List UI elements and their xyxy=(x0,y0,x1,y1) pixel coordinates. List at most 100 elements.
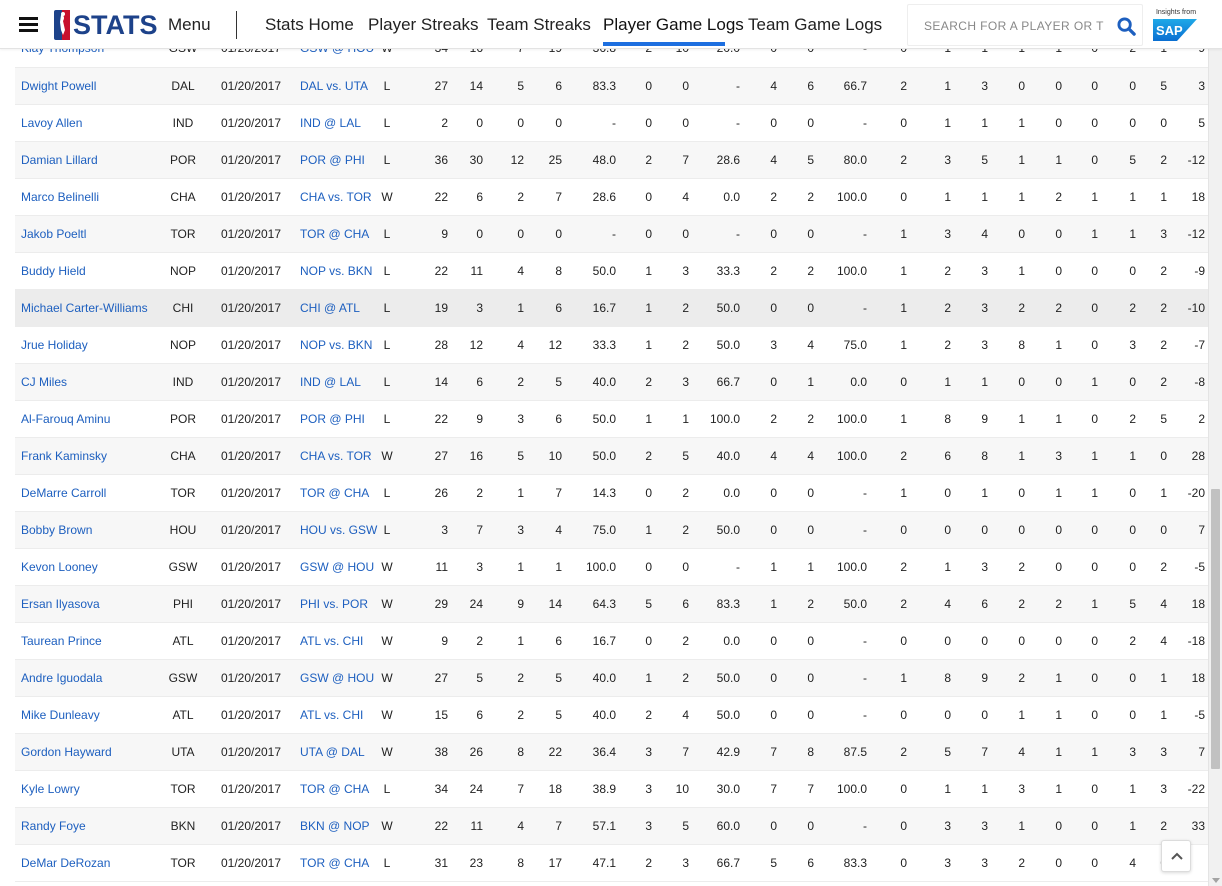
cell-ft-pct: 50.0 xyxy=(820,585,872,623)
menu-button[interactable]: Menu xyxy=(168,15,211,35)
nav-team-streaks[interactable]: Team Streaks xyxy=(487,15,591,35)
top-navigation-bar: STATS Menu Stats Home Player Streaks Tea… xyxy=(0,0,1222,49)
cell-ftm: 0 xyxy=(745,511,783,549)
search-input[interactable] xyxy=(924,17,1104,35)
vertical-scrollbar[interactable] xyxy=(1208,49,1222,886)
cell-ftm: 7 xyxy=(745,770,783,808)
matchup-link[interactable]: NOP vs. BKN xyxy=(300,338,372,352)
player-name-link[interactable]: Randy Foye xyxy=(21,819,86,833)
cell-matchup: TOR @ CHA xyxy=(290,474,376,512)
matchup-link[interactable]: NOP vs. BKN xyxy=(300,264,372,278)
player-name-link[interactable]: Bobby Brown xyxy=(21,523,92,537)
player-name-link[interactable]: Al-Farouq Aminu xyxy=(21,412,110,426)
search-icon[interactable] xyxy=(1117,17,1136,36)
cell-fga: 0 xyxy=(532,104,569,142)
player-name-link[interactable]: Lavoy Allen xyxy=(21,116,82,130)
cell-plus-minus: -20 xyxy=(1173,474,1208,512)
player-name-link[interactable]: CJ Miles xyxy=(21,375,67,389)
nba-logo-icon[interactable] xyxy=(54,10,70,40)
player-name-link[interactable]: Andre Iguodala xyxy=(21,671,102,685)
cell-tov: 0 xyxy=(1105,252,1144,290)
player-name-link[interactable]: Jrue Holiday xyxy=(21,338,88,352)
cell-fg-pct: 14.3 xyxy=(569,474,622,512)
cell-reb: 1 xyxy=(958,178,995,216)
matchup-link[interactable]: ATL vs. CHI xyxy=(300,708,363,722)
cell-reb: 1 xyxy=(958,104,995,142)
scrollbar-thumb[interactable] xyxy=(1211,489,1220,769)
stats-logo-text[interactable]: STATS xyxy=(73,9,158,41)
cell-date: 01/20/2017 xyxy=(206,289,290,327)
nav-player-game-logs[interactable]: Player Game Logs xyxy=(603,15,744,35)
scroll-down-arrow-icon[interactable] xyxy=(1212,878,1220,883)
sponsor-caption: Insights from xyxy=(1155,9,1197,16)
header-divider xyxy=(236,11,237,39)
cell-pf: 2 xyxy=(1144,548,1173,586)
nav-player-streaks[interactable]: Player Streaks xyxy=(368,15,479,35)
player-name-link[interactable]: Michael Carter-Williams xyxy=(21,301,148,315)
cell-reb: 1 xyxy=(958,474,995,512)
cell-fg3-pct: 60.0 xyxy=(695,807,745,845)
matchup-link[interactable]: TOR @ CHA xyxy=(300,486,369,500)
player-name-link[interactable]: Taurean Prince xyxy=(21,634,102,648)
player-name-link[interactable]: DeMarre Carroll xyxy=(21,486,106,500)
hamburger-menu-icon[interactable] xyxy=(19,17,38,32)
matchup-link[interactable]: UTA @ DAL xyxy=(300,745,365,759)
matchup-link[interactable]: IND @ LAL xyxy=(300,375,361,389)
matchup-link[interactable]: CHI @ ATL xyxy=(300,301,360,315)
matchup-link[interactable]: IND @ LAL xyxy=(300,116,361,130)
player-name-link[interactable]: Kyle Lowry xyxy=(21,782,80,796)
nav-team-game-logs[interactable]: Team Game Logs xyxy=(748,15,882,35)
cell-wl: W xyxy=(376,548,398,586)
cell-blk: 0 xyxy=(1069,622,1105,660)
matchup-link[interactable]: BKN @ NOP xyxy=(300,819,370,833)
cell-team: NOP xyxy=(160,326,206,364)
matchup-link[interactable]: DAL vs. UTA xyxy=(300,79,368,93)
cell-wl: L xyxy=(376,770,398,808)
player-name-link[interactable]: DeMar DeRozan xyxy=(21,856,110,870)
player-name-link[interactable]: Dwight Powell xyxy=(21,79,96,93)
matchup-link[interactable]: POR @ PHI xyxy=(300,153,365,167)
matchup-link[interactable]: TOR @ CHA xyxy=(300,782,369,796)
cell-wl: L xyxy=(376,252,398,290)
player-name-link[interactable]: Gordon Hayward xyxy=(21,745,112,759)
table-row: Randy Foye BKN 01/20/2017 BKN @ NOP W 22 11 4 7 5… xyxy=(15,807,1208,845)
cell-tov: 1 xyxy=(1105,770,1144,808)
matchup-link[interactable]: POR @ PHI xyxy=(300,412,365,426)
cell-tov: 0 xyxy=(1105,474,1144,512)
matchup-link[interactable]: HOU vs. GSW xyxy=(300,523,377,537)
matchup-link[interactable]: GSW @ HOU xyxy=(300,560,374,574)
nav-stats-home[interactable]: Stats Home xyxy=(265,15,354,35)
table-row: Marco Belinelli CHA 01/20/2017 CHA vs. TOR W… xyxy=(15,178,1208,216)
cell-matchup: HOU vs. GSW xyxy=(290,511,377,549)
cell-fg3-pct: - xyxy=(695,215,745,253)
back-to-top-button[interactable] xyxy=(1161,840,1191,872)
player-name-link[interactable]: Damian Lillard xyxy=(21,153,98,167)
cell-team: ATL xyxy=(160,696,206,734)
cell-matchup: BKN @ NOP xyxy=(290,807,376,845)
player-name-link[interactable]: Buddy Hield xyxy=(21,264,86,278)
cell-fga: 6 xyxy=(532,67,569,105)
cell-date: 01/20/2017 xyxy=(206,252,290,290)
player-name-link[interactable]: Ersan Ilyasova xyxy=(21,597,100,611)
player-name-link[interactable]: Jakob Poeltl xyxy=(21,227,86,241)
matchup-link[interactable]: GSW @ HOU xyxy=(300,671,374,685)
table-row: Frank Kaminsky CHA 01/20/2017 CHA vs. TOR W 2… xyxy=(15,437,1208,475)
player-name-link[interactable]: Frank Kaminsky xyxy=(21,449,107,463)
player-name-link[interactable]: Marco Belinelli xyxy=(21,190,99,204)
matchup-link[interactable]: ATL vs. CHI xyxy=(300,634,363,648)
cell-dreb: 4 xyxy=(914,585,958,623)
sap-sponsor[interactable]: Insights from SAP xyxy=(1153,8,1199,42)
cell-pf: 1 xyxy=(1144,474,1173,512)
cell-fg-pct: 40.0 xyxy=(569,696,622,734)
player-name-link[interactable]: Mike Dunleavy xyxy=(21,708,100,722)
cell-ft-pct: 100.0 xyxy=(820,770,872,808)
cell-ftm: 0 xyxy=(745,696,783,734)
matchup-link[interactable]: PHI vs. POR xyxy=(300,597,368,611)
matchup-link[interactable]: CHA vs. TOR xyxy=(300,449,372,463)
matchup-link[interactable]: TOR @ CHA xyxy=(300,856,369,870)
player-name-link[interactable]: Kevon Looney xyxy=(21,560,98,574)
matchup-link[interactable]: CHA vs. TOR xyxy=(300,190,372,204)
matchup-link[interactable]: TOR @ CHA xyxy=(300,227,369,241)
cell-tov: 4 xyxy=(1105,844,1144,882)
cell-fg3m: 3 xyxy=(622,770,659,808)
